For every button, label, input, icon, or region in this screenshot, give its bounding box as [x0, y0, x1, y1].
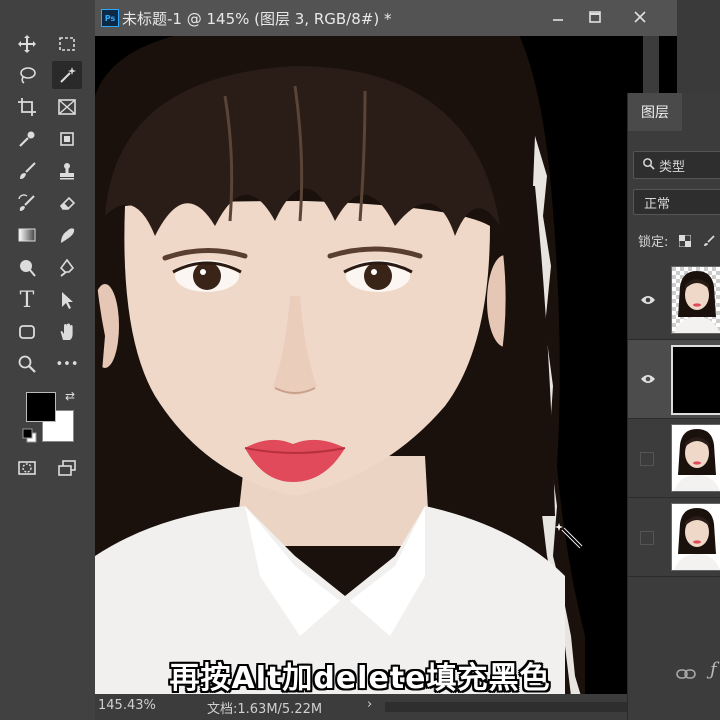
blend-mode-select[interactable]: 正常 — [633, 189, 720, 215]
move-icon[interactable] — [12, 30, 42, 58]
hand-icon[interactable] — [52, 318, 82, 346]
layer-thumbnail — [671, 345, 720, 415]
filter-label: 类型 — [659, 159, 686, 175]
brush-icon[interactable] — [12, 157, 42, 185]
layers-panel: 图层 类型 正常 锁定: ƒ — [627, 93, 720, 720]
stamp-icon[interactable] — [52, 157, 82, 185]
crop-icon[interactable] — [12, 93, 42, 121]
eyedropper-icon[interactable] — [12, 125, 42, 153]
text-icon[interactable]: T — [12, 286, 42, 314]
default-colors-icon[interactable] — [22, 428, 38, 444]
layer-thumbnail — [671, 424, 720, 492]
pen-icon[interactable] — [52, 254, 82, 282]
path-select-icon[interactable] — [52, 286, 82, 314]
dodge-icon[interactable] — [12, 254, 42, 282]
eraser-icon[interactable] — [52, 189, 82, 217]
zoom-icon[interactable] — [12, 350, 42, 378]
layer-row[interactable] — [628, 419, 720, 498]
lock-transparent-icon[interactable] — [678, 234, 692, 251]
tools-panel: T ••• ⇄ — [0, 0, 95, 720]
magic-wand-cursor-icon — [555, 521, 585, 551]
status-menu-arrow[interactable]: › — [367, 697, 372, 712]
canvas[interactable] — [95, 36, 677, 696]
layer-filter-select[interactable]: 类型 — [633, 151, 720, 179]
video-caption: 再按Alt加delete填充黑色 — [169, 661, 551, 696]
eye-icon[interactable] — [640, 370, 656, 384]
smudge-icon[interactable] — [52, 221, 82, 249]
zoom-level[interactable]: 145.43% — [98, 698, 156, 713]
magic-wand-icon[interactable] — [52, 61, 82, 89]
document-window: Ps 未标题-1 @ 145% (图层 3, RGB/8#) * 145.43%… — [95, 0, 677, 720]
tab-layers[interactable]: 图层 — [628, 93, 682, 131]
search-icon — [642, 157, 655, 174]
swap-colors-icon[interactable]: ⇄ — [60, 386, 80, 406]
screen-mode-icon[interactable] — [52, 454, 82, 482]
lock-label: 锁定: — [638, 235, 669, 250]
gradient-icon[interactable] — [12, 221, 42, 249]
visibility-toggle[interactable] — [640, 531, 654, 545]
layer-row[interactable] — [628, 498, 720, 577]
layer-thumbnail — [671, 266, 720, 334]
lock-row: 锁定: — [638, 231, 715, 251]
lasso-icon[interactable] — [12, 61, 42, 89]
lock-brush-icon[interactable] — [703, 234, 715, 251]
quick-mask-icon[interactable] — [12, 454, 42, 482]
document-tab[interactable]: Ps 未标题-1 @ 145% (图层 3, RGB/8#) * — [95, 0, 677, 36]
portrait-image — [95, 36, 677, 696]
close-icon[interactable] — [627, 5, 653, 29]
visibility-toggle[interactable] — [640, 452, 654, 466]
document-title: 未标题-1 @ 145% (图层 3, RGB/8#) * — [122, 10, 392, 28]
status-bar: 145.43% 文档:1.63M/5.22M › — [95, 694, 677, 720]
layer-row[interactable] — [628, 340, 720, 419]
history-brush-icon[interactable] — [12, 189, 42, 217]
layer-row[interactable] — [628, 261, 720, 340]
shape-icon[interactable] — [12, 318, 42, 346]
maximize-icon[interactable] — [582, 5, 608, 29]
document-size: 文档:1.63M/5.22M — [207, 702, 323, 717]
layer-thumbnail — [671, 503, 720, 571]
foreground-color-swatch[interactable] — [26, 392, 56, 422]
frame-icon[interactable] — [52, 93, 82, 121]
horizontal-scrollbar[interactable] — [385, 702, 665, 712]
healing-icon[interactable] — [52, 125, 82, 153]
photoshop-logo-icon: Ps — [101, 9, 119, 27]
marquee-icon[interactable] — [52, 30, 82, 58]
more-icon[interactable]: ••• — [52, 350, 82, 378]
eye-icon[interactable] — [640, 291, 656, 305]
minimize-icon[interactable] — [545, 5, 571, 29]
